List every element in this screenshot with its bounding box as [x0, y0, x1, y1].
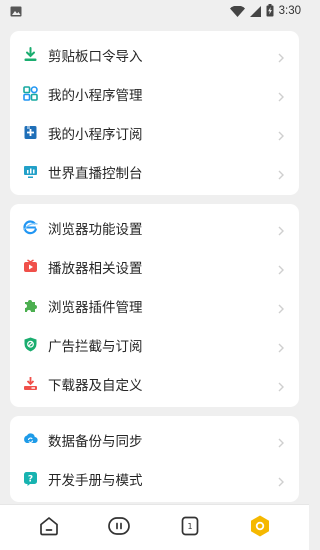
battery-charging-icon — [266, 2, 274, 21]
row-browser-settings[interactable]: 浏览器功能设置 — [10, 208, 299, 247]
chevron-right-icon — [277, 434, 287, 447]
settings-list: 剪贴板口令导入 我的小程序管理 我的小程序订阅 世界直播控制台 浏览器功能设置 … — [0, 22, 309, 504]
row-label: 我的小程序订阅 — [48, 126, 143, 143]
row-downloader[interactable]: 下载器及自定义 — [10, 364, 299, 403]
row-label: 浏览器插件管理 — [48, 299, 143, 316]
chevron-right-icon — [277, 166, 287, 179]
dev-manual-icon: ? — [22, 471, 38, 487]
status-bar: 3:30 — [0, 0, 309, 22]
row-label: 我的小程序管理 — [48, 87, 143, 104]
status-time: 3:30 — [278, 5, 301, 17]
browser-settings-icon — [22, 220, 38, 236]
row-label: 剪贴板口令导入 — [48, 48, 143, 65]
settings-hex-icon — [248, 514, 272, 542]
wifi-icon — [229, 2, 245, 21]
plugin-manage-icon — [22, 298, 38, 314]
row-label: 播放器相关设置 — [48, 260, 143, 277]
chevron-right-icon — [277, 222, 287, 235]
status-left — [10, 2, 22, 21]
mini-program-manage-icon — [22, 86, 38, 102]
page-count: 1 — [187, 522, 192, 531]
row-label: 浏览器功能设置 — [48, 221, 143, 238]
live-console-icon — [22, 164, 38, 180]
row-backup-sync[interactable]: 数据备份与同步 — [10, 420, 299, 459]
chevron-right-icon — [277, 339, 287, 352]
row-player-settings[interactable]: 播放器相关设置 — [10, 247, 299, 286]
player-settings-icon — [22, 259, 38, 275]
chevron-right-icon — [277, 473, 287, 486]
image-icon — [10, 2, 22, 21]
row-label: 数据备份与同步 — [48, 433, 143, 450]
home-icon — [38, 515, 60, 541]
backup-sync-icon — [22, 432, 38, 448]
clipboard-import-icon — [22, 47, 38, 63]
row-mini-program-manage[interactable]: 我的小程序管理 — [10, 74, 299, 113]
tabs-icon — [107, 515, 131, 541]
bottom-nav: 1 — [0, 504, 309, 550]
chevron-right-icon — [277, 261, 287, 274]
row-dev-manual[interactable]: ? 开发手册与模式 — [10, 459, 299, 498]
settings-group-1: 剪贴板口令导入 我的小程序管理 我的小程序订阅 世界直播控制台 — [10, 31, 299, 195]
ad-block-icon — [22, 337, 38, 353]
settings-group-2: 浏览器功能设置 播放器相关设置 浏览器插件管理 广告拦截与订阅 下载器及自定义 — [10, 204, 299, 407]
mini-program-subscribe-icon — [22, 125, 38, 141]
chevron-right-icon — [277, 49, 287, 62]
row-ad-block[interactable]: 广告拦截与订阅 — [10, 325, 299, 364]
chevron-right-icon — [277, 378, 287, 391]
page-count-icon: 1 — [179, 515, 201, 541]
downloader-icon — [22, 376, 38, 392]
nav-tabs[interactable] — [99, 508, 139, 548]
signal-icon — [249, 2, 261, 21]
row-label: 下载器及自定义 — [48, 377, 143, 394]
row-clipboard-import[interactable]: 剪贴板口令导入 — [10, 35, 299, 74]
settings-group-3: 数据备份与同步 ? 开发手册与模式 — [10, 416, 299, 502]
status-right: 3:30 — [229, 2, 301, 21]
row-label: 开发手册与模式 — [48, 472, 143, 489]
row-mini-program-subscribe[interactable]: 我的小程序订阅 — [10, 113, 299, 152]
row-label: 世界直播控制台 — [48, 165, 143, 182]
nav-home[interactable] — [29, 508, 69, 548]
row-plugin-manage[interactable]: 浏览器插件管理 — [10, 286, 299, 325]
chevron-right-icon — [277, 127, 287, 140]
row-live-console[interactable]: 世界直播控制台 — [10, 152, 299, 191]
svg-text:?: ? — [27, 475, 32, 485]
nav-settings[interactable] — [240, 508, 280, 548]
chevron-right-icon — [277, 300, 287, 313]
row-label: 广告拦截与订阅 — [48, 338, 143, 355]
chevron-right-icon — [277, 88, 287, 101]
nav-pages[interactable]: 1 — [170, 508, 210, 548]
